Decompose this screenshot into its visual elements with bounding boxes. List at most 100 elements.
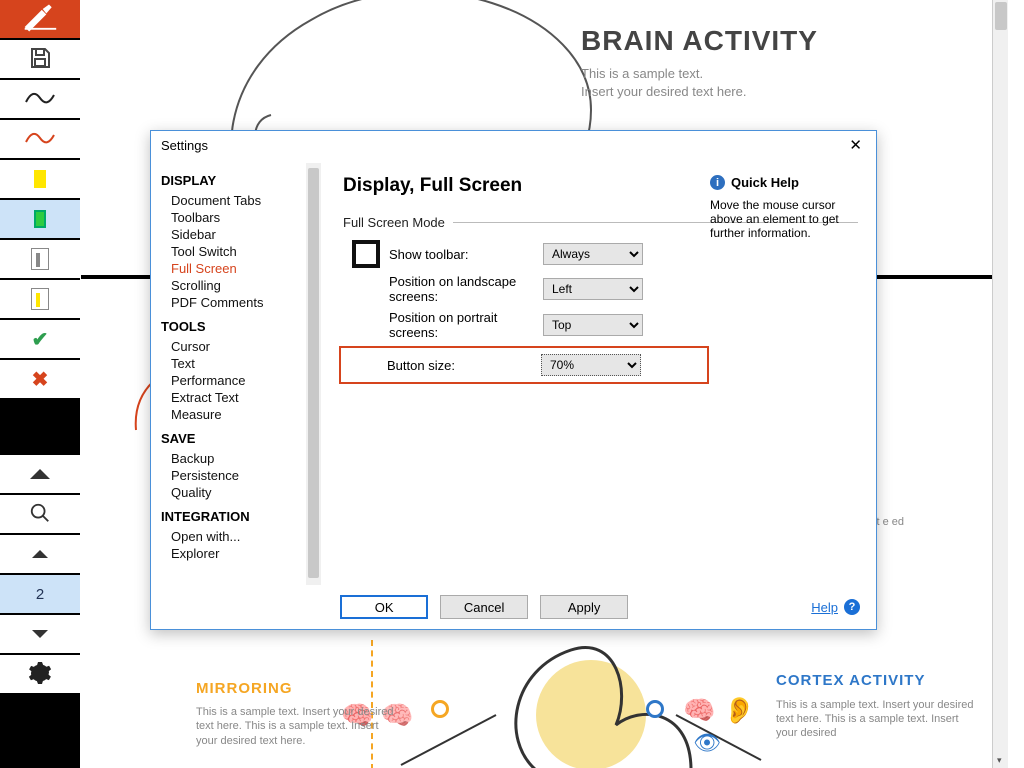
settings-side-nav: DISPLAY Document Tabs Toolbars Sidebar T… <box>151 159 321 585</box>
apply-button[interactable]: Apply <box>540 595 628 619</box>
help-link-text: Help <box>811 600 838 615</box>
quick-help-panel: i Quick Help Move the mouse cursor above… <box>710 175 860 240</box>
curve-black-icon <box>25 91 55 108</box>
curve-red-icon <box>25 131 55 148</box>
row-portrait: Position on portrait screens: Top <box>343 310 858 340</box>
highlight-green-button[interactable] <box>0 200 80 240</box>
cortex-heading: CORTEX ACTIVITY <box>776 673 976 690</box>
node-blue <box>646 700 664 718</box>
nav-document-tabs[interactable]: Document Tabs <box>161 192 321 209</box>
row-show-toolbar: Show toolbar: Always <box>343 240 858 268</box>
freehand-red-button[interactable] <box>0 120 80 160</box>
fullscreen-frame-icon <box>352 240 380 268</box>
page-number-indicator[interactable]: 2 <box>0 575 80 615</box>
document-subtitle: This is a sample text. Insert your desir… <box>581 65 746 101</box>
highlight-yellow-icon <box>34 170 46 188</box>
scrollbar-down-icon[interactable]: ▾ <box>997 755 1002 766</box>
scroll-up-button[interactable] <box>0 455 80 495</box>
left-toolbar: ✔ ✖ 2 <box>0 0 80 768</box>
pen-icon <box>22 4 58 35</box>
mirroring-heading: MIRRORING <box>196 680 396 697</box>
save-icon <box>28 46 52 73</box>
mirroring-block: MIRRORING This is a sample text. Insert … <box>196 680 396 748</box>
zoom-button[interactable] <box>0 495 80 535</box>
save-button[interactable] <box>0 40 80 80</box>
nav-head-display: DISPLAY <box>161 173 321 188</box>
reject-button[interactable]: ✖ <box>0 360 80 400</box>
node-orange <box>431 700 449 718</box>
nav-cursor[interactable]: Cursor <box>161 338 321 355</box>
nav-performance[interactable]: Performance <box>161 372 321 389</box>
dialog-title-text: Settings <box>161 138 208 153</box>
text-box-a-button[interactable] <box>0 240 80 280</box>
label-landscape: Position on landscape screens: <box>343 274 543 304</box>
group-label-text: Full Screen Mode <box>343 215 445 230</box>
ok-button[interactable]: OK <box>340 595 428 619</box>
pen-tool-button[interactable] <box>0 0 80 40</box>
ear-brain-icons: 🧠👂 <box>683 695 756 726</box>
nav-tool-switch[interactable]: Tool Switch <box>161 243 321 260</box>
dialog-footer: OK Cancel Apply Help ? <box>151 585 876 629</box>
cortex-text: This is a sample text. Insert your desir… <box>776 698 976 741</box>
document-title: BRAIN ACTIVITY <box>581 25 818 57</box>
dialog-close-button[interactable]: ✕ <box>843 134 868 156</box>
eye-icon: 👁 <box>693 730 721 756</box>
quick-help-text: Move the mouse cursor above an element t… <box>710 198 860 240</box>
settings-button[interactable] <box>0 655 80 695</box>
label-portrait: Position on portrait screens: <box>343 310 543 340</box>
nav-scrolling[interactable]: Scrolling <box>161 277 321 294</box>
chevron-down-icon <box>32 630 48 638</box>
nav-text[interactable]: Text <box>161 355 321 372</box>
row-button-size: Button size: 70% <box>339 346 709 384</box>
highlight-green-icon <box>34 210 46 228</box>
highlight-yellow-button[interactable] <box>0 160 80 200</box>
toolbar-gap <box>0 400 80 455</box>
check-icon: ✔ <box>32 327 49 352</box>
nav-persistence[interactable]: Persistence <box>161 467 321 484</box>
side-nav-scrollbar[interactable] <box>306 163 321 585</box>
settings-main-panel: Display, Full Screen Full Screen Mode Sh… <box>321 159 876 585</box>
nav-open-with[interactable]: Open with... <box>161 528 321 545</box>
label-button-size: Button size: <box>341 358 541 373</box>
nav-quality[interactable]: Quality <box>161 484 321 501</box>
select-button-size[interactable]: 70% <box>541 354 641 376</box>
vertical-scrollbar[interactable]: ▴ ▾ <box>992 0 1008 768</box>
cortex-block: CORTEX ACTIVITY This is a sample text. I… <box>776 673 976 740</box>
next-page-button[interactable] <box>0 615 80 655</box>
nav-sidebar[interactable]: Sidebar <box>161 226 321 243</box>
help-question-icon: ? <box>844 599 860 615</box>
triangle-up-icon <box>30 469 50 479</box>
nav-explorer[interactable]: Explorer <box>161 545 321 562</box>
prev-page-button[interactable] <box>0 535 80 575</box>
side-nav-scroll-thumb[interactable] <box>308 168 319 578</box>
quick-help-title: Quick Help <box>731 175 799 190</box>
nav-pdf-comments[interactable]: PDF Comments <box>161 294 321 311</box>
cancel-button[interactable]: Cancel <box>440 595 528 619</box>
accept-button[interactable]: ✔ <box>0 320 80 360</box>
nav-measure[interactable]: Measure <box>161 406 321 423</box>
gear-icon <box>28 661 52 688</box>
row-landscape: Position on landscape screens: Left <box>343 274 858 304</box>
scrollbar-thumb[interactable] <box>995 2 1007 30</box>
subtitle-line-1: This is a sample text. <box>581 66 703 81</box>
select-show-toolbar[interactable]: Always <box>543 243 643 265</box>
nav-backup[interactable]: Backup <box>161 450 321 467</box>
cross-icon: ✖ <box>32 367 49 392</box>
info-icon: i <box>710 175 725 190</box>
help-link[interactable]: Help ? <box>811 599 860 615</box>
freehand-black-button[interactable] <box>0 80 80 120</box>
text-box-b-button[interactable] <box>0 280 80 320</box>
settings-dialog: Settings ✕ DISPLAY Document Tabs Toolbar… <box>150 130 877 630</box>
select-landscape[interactable]: Left <box>543 278 643 300</box>
chevron-up-icon <box>32 550 48 558</box>
magnifier-icon <box>29 502 51 527</box>
nav-head-tools: TOOLS <box>161 319 321 334</box>
select-portrait[interactable]: Top <box>543 314 643 336</box>
text-box-b-icon <box>31 288 49 310</box>
subtitle-line-2: Insert your desired text here. <box>581 84 746 99</box>
text-box-a-icon <box>31 248 49 270</box>
nav-extract-text[interactable]: Extract Text <box>161 389 321 406</box>
mirroring-text: This is a sample text. Insert your desir… <box>196 705 396 748</box>
nav-full-screen[interactable]: Full Screen <box>161 260 321 277</box>
nav-toolbars[interactable]: Toolbars <box>161 209 321 226</box>
